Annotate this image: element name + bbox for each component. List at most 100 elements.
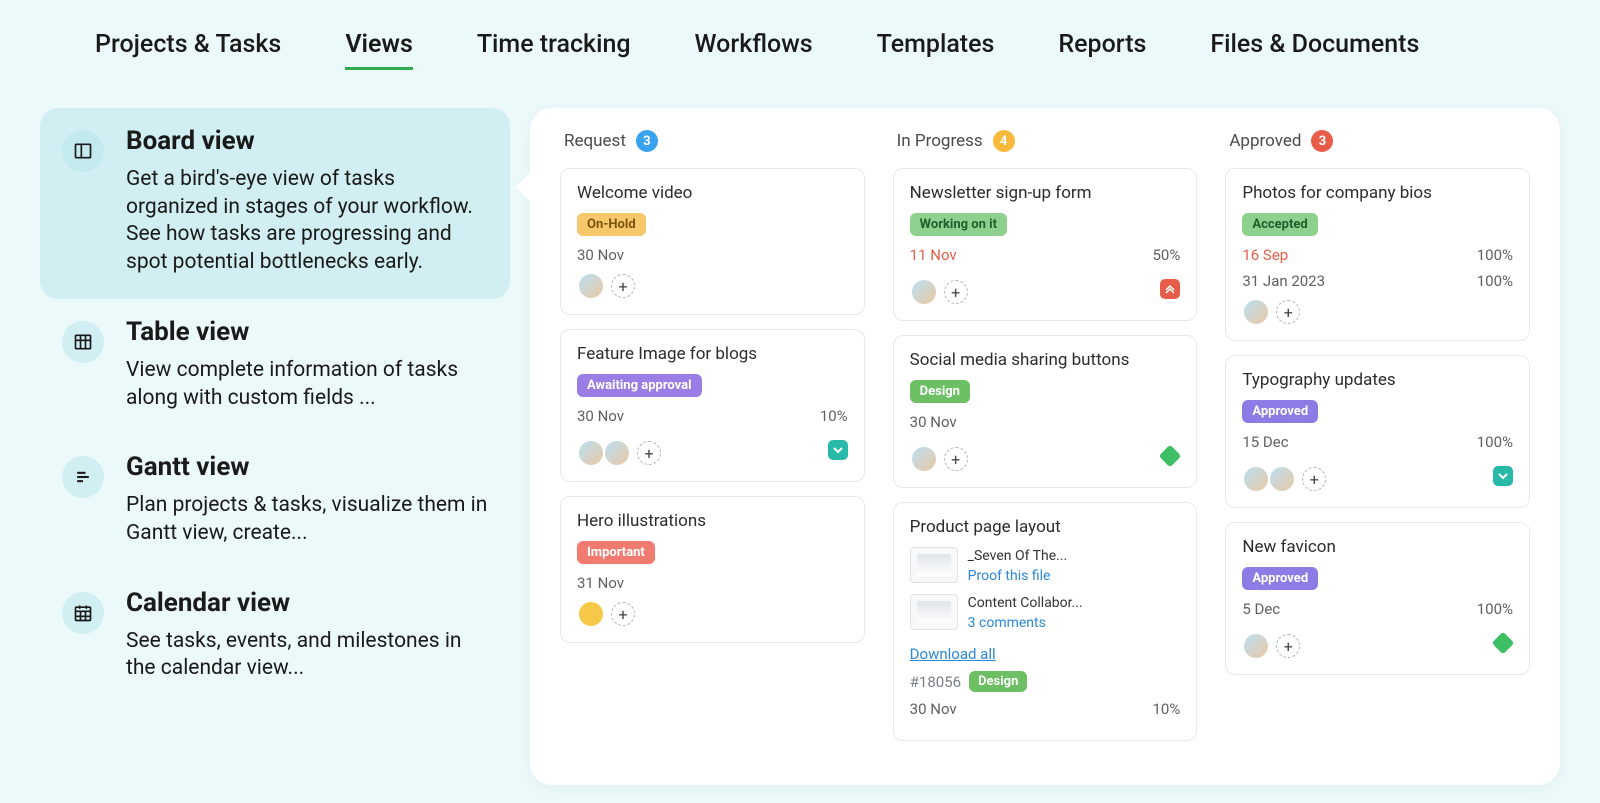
add-assignee-button[interactable]: + — [1276, 634, 1300, 658]
sidebar-item-table-view[interactable]: Table view View complete information of t… — [40, 299, 510, 434]
board-icon — [62, 130, 104, 172]
status-badge: Approved — [1242, 400, 1318, 423]
sidebar-item-title: Calendar view — [126, 588, 488, 618]
task-card[interactable]: Feature Image for blogs Awaiting approval… — [560, 329, 865, 482]
sidebar-item-desc: View complete information of tasks along… — [126, 357, 488, 412]
add-assignee-button[interactable]: + — [611, 602, 635, 626]
task-date: 30 Nov — [910, 700, 957, 718]
status-badge: On-Hold — [577, 213, 646, 236]
avatar — [577, 439, 605, 467]
attachment-link[interactable]: Proof this file — [968, 567, 1068, 587]
task-title: New favicon — [1242, 537, 1513, 557]
status-badge: Accepted — [1242, 213, 1317, 236]
sidebar-item-desc: Plan projects & tasks, visualize them in… — [126, 492, 488, 547]
task-progress: 10% — [820, 407, 848, 425]
task-progress: 50% — [1152, 246, 1180, 264]
task-date: 30 Nov — [577, 407, 624, 425]
task-title: Welcome video — [577, 183, 848, 203]
task-card[interactable]: Typography updates Approved 15 Dec 100% + — [1225, 355, 1530, 508]
board-column-approved: Approved 3 Photos for company biosAccepted… — [1225, 130, 1530, 755]
priority-medium-icon — [1493, 633, 1513, 653]
task-date-secondary: 31 Jan 2023 — [1242, 272, 1325, 290]
task-card[interactable]: Welcome video On-Hold 30 Nov + — [560, 168, 865, 315]
task-progress: 100% — [1477, 600, 1513, 618]
task-card[interactable]: Social media sharing buttonsDesign30 Nov… — [893, 335, 1198, 488]
task-card[interactable]: Product page layout _Seven Of The...Proof… — [893, 502, 1198, 741]
download-all-link[interactable]: Download all — [910, 645, 996, 663]
task-date: 15 Dec — [1242, 433, 1288, 451]
priority-high-icon — [1160, 279, 1180, 299]
task-card[interactable]: Newsletter sign-up form Working on it 11 N… — [893, 168, 1198, 321]
task-card[interactable]: New favicon Approved 5 Dec 100% + — [1225, 522, 1530, 675]
sidebar-item-title: Board view — [126, 126, 488, 156]
task-date: 5 Dec — [1242, 600, 1280, 618]
task-date: 30 Nov — [910, 413, 957, 431]
add-assignee-button[interactable]: + — [611, 274, 635, 298]
task-progress: 100% — [1477, 272, 1513, 290]
tab-templates[interactable]: Templates — [877, 30, 995, 67]
views-sidebar: Board viewGet a bird's-eye view of tasks… — [40, 108, 510, 705]
task-title: Feature Image for blogs — [577, 344, 848, 364]
attachment-thumbnail[interactable] — [910, 547, 958, 583]
task-date: 31 Nov — [577, 574, 624, 592]
status-badge: Approved — [1242, 567, 1318, 590]
status-badge: Design — [969, 671, 1027, 692]
board-view-panel: Request3Welcome videoOn-Hold30 Nov+Featu… — [530, 108, 1560, 785]
board-column-request: Request3Welcome videoOn-Hold30 Nov+Featu… — [560, 130, 865, 755]
table-icon — [62, 321, 104, 363]
tab-files-documents[interactable]: Files & Documents — [1210, 30, 1419, 67]
avatar — [577, 600, 605, 628]
sidebar-item-title: Table view — [126, 317, 488, 347]
board-column-in-progress: In Progress 4 Newsletter sign-up form Worki… — [893, 130, 1198, 755]
task-date: 11 Nov — [910, 246, 957, 264]
task-title: Product page layout — [910, 517, 1181, 537]
add-assignee-button[interactable]: + — [944, 447, 968, 471]
add-assignee-button[interactable]: + — [1302, 467, 1326, 491]
tab-views[interactable]: Views — [345, 30, 413, 70]
attachment: Content Collabor...3 comments — [910, 594, 1181, 633]
column-name: Request — [564, 131, 626, 151]
gantt-icon — [62, 456, 104, 498]
task-id: #18056 — [910, 673, 961, 691]
tab-reports[interactable]: Reports — [1058, 30, 1146, 67]
column-count-badge: 3 — [1311, 130, 1333, 152]
avatar — [910, 445, 938, 473]
column-header: In Progress 4 — [893, 130, 1198, 152]
tab-time-tracking[interactable]: Time tracking — [477, 30, 631, 67]
column-header: Request3 — [560, 130, 865, 152]
task-card[interactable]: Hero illustrationsImportant31 Nov+ — [560, 496, 865, 643]
sidebar-item-gantt-view[interactable]: Gantt view Plan projects & tasks, visuali… — [40, 434, 510, 569]
priority-low-icon — [828, 440, 848, 460]
tab-workflows[interactable]: Workflows — [695, 30, 813, 67]
column-name: Approved — [1229, 131, 1301, 151]
task-card[interactable]: Photos for company biosAccepted16 Sep100… — [1225, 168, 1530, 341]
status-badge: Working on it — [910, 213, 1007, 236]
avatar — [577, 272, 605, 300]
column-name: In Progress — [897, 131, 983, 151]
attachment-name: _Seven Of The... — [968, 547, 1068, 567]
avatar — [603, 439, 631, 467]
sidebar-item-calendar-view[interactable]: Calendar viewSee tasks, events, and mile… — [40, 570, 510, 705]
column-header: Approved 3 — [1225, 130, 1530, 152]
priority-medium-icon — [1160, 446, 1180, 466]
status-badge: Awaiting approval — [577, 374, 702, 397]
add-assignee-button[interactable]: + — [944, 280, 968, 304]
task-title: Newsletter sign-up form — [910, 183, 1181, 203]
attachment-name: Content Collabor... — [968, 594, 1083, 614]
task-title: Typography updates — [1242, 370, 1513, 390]
attachment: _Seven Of The...Proof this file — [910, 547, 1181, 586]
column-count-badge: 4 — [993, 130, 1015, 152]
attachment-thumbnail[interactable] — [910, 594, 958, 630]
sidebar-item-title: Gantt view — [126, 452, 488, 482]
task-progress: 100% — [1477, 433, 1513, 451]
status-badge: Important — [577, 541, 655, 564]
add-assignee-button[interactable]: + — [637, 441, 661, 465]
status-badge: Design — [910, 380, 970, 403]
top-tabs: Projects & Tasks Views Time tracking Workfl… — [0, 0, 1600, 88]
tab-projects-tasks[interactable]: Projects & Tasks — [95, 30, 281, 67]
calendar-icon — [62, 592, 104, 634]
sidebar-item-board-view[interactable]: Board viewGet a bird's-eye view of tasks… — [40, 108, 510, 299]
attachment-link[interactable]: 3 comments — [968, 614, 1083, 634]
add-assignee-button[interactable]: + — [1276, 300, 1300, 324]
task-date: 30 Nov — [577, 246, 624, 264]
